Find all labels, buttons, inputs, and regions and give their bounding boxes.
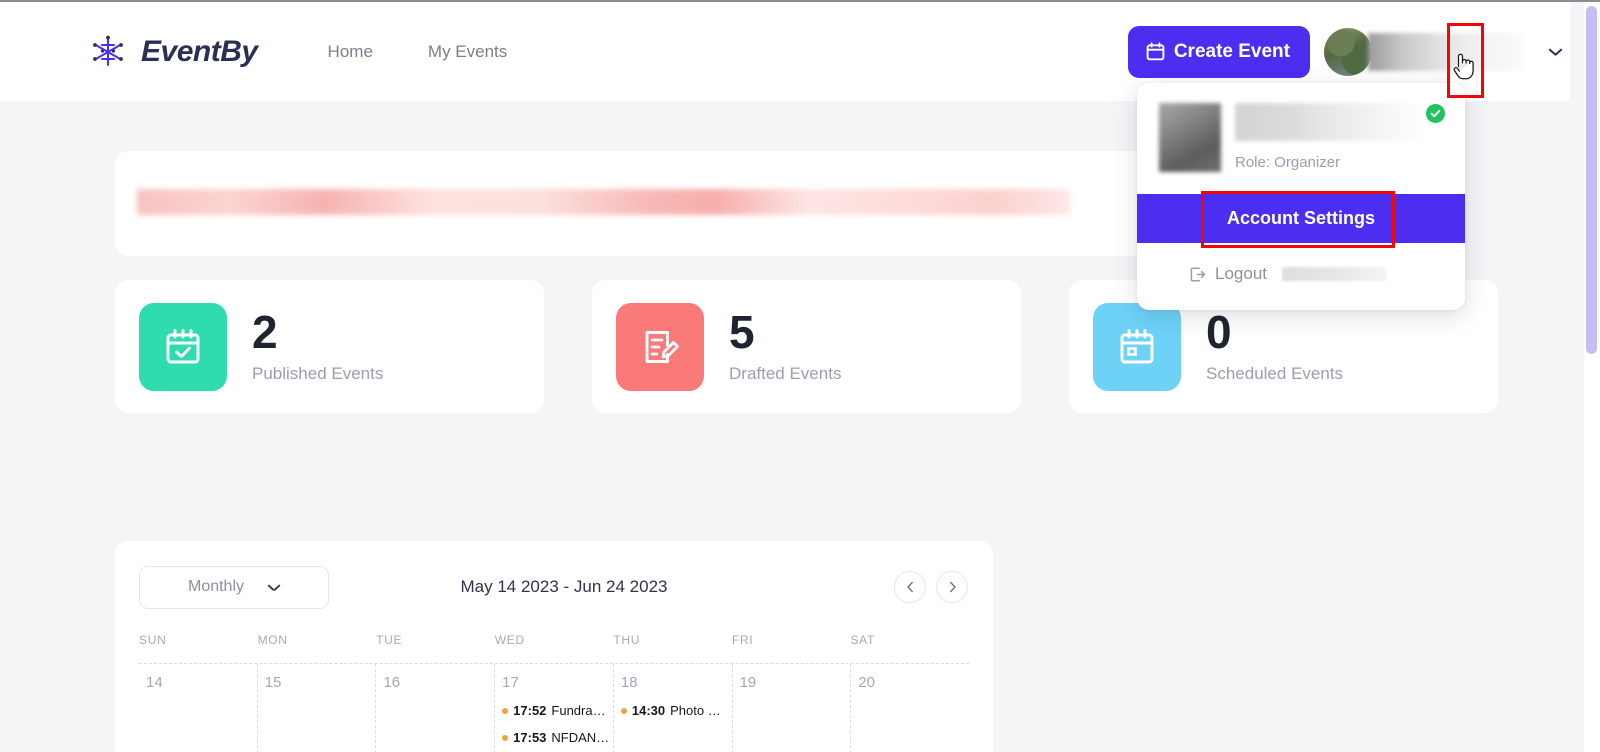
calendar-day-cell[interactable]: 20 bbox=[851, 664, 969, 752]
event-time: 17:52 bbox=[513, 703, 547, 718]
calendar-day-cell[interactable]: 14 bbox=[139, 664, 258, 752]
event-dot-icon bbox=[502, 707, 509, 714]
day-header: TUE bbox=[376, 633, 403, 647]
chevron-down-icon bbox=[1549, 48, 1562, 55]
avatar bbox=[1324, 27, 1372, 76]
chevron-left-icon bbox=[906, 581, 913, 593]
event-title: Fundra… bbox=[551, 703, 606, 718]
app-root: EventBy Home My Events Create Event Role… bbox=[0, 0, 1600, 752]
day-number: 19 bbox=[739, 674, 757, 691]
brand-name: EventBy bbox=[141, 34, 258, 68]
stat-value: 5 bbox=[729, 306, 755, 358]
create-event-button[interactable]: Create Event bbox=[1127, 25, 1310, 78]
check-circle-icon bbox=[1426, 104, 1445, 123]
chevron-right-icon bbox=[949, 581, 956, 593]
calendar-clock-icon bbox=[1093, 302, 1181, 391]
stat-label: Scheduled Events bbox=[1206, 364, 1344, 383]
event-time: 14:30 bbox=[631, 703, 666, 718]
account-settings-label: Account Settings bbox=[1226, 208, 1375, 228]
vertical-scrollbar-thumb[interactable] bbox=[1586, 6, 1597, 354]
day-number: 15 bbox=[264, 674, 282, 691]
calendar-grid: 14 15 16 17 17:52 Fundra… 17:53 NFDAN… 1… bbox=[115, 663, 993, 752]
dropdown-user-name-redacted bbox=[1235, 103, 1425, 141]
dropdown-avatar bbox=[1159, 103, 1221, 172]
draft-edit-icon bbox=[616, 302, 704, 391]
stat-label: Published Events bbox=[252, 364, 384, 383]
event-time: 17:53 bbox=[513, 730, 547, 745]
day-header: SAT bbox=[850, 633, 876, 647]
calendar-view-select[interactable]: Monthly bbox=[139, 565, 329, 609]
event-title: Photo … bbox=[670, 703, 721, 718]
dropdown-role: Role: Organizer bbox=[1235, 154, 1341, 171]
calendar-day-cell[interactable]: 15 bbox=[258, 664, 377, 752]
header-actions: Create Event bbox=[1127, 24, 1570, 80]
stat-value: 0 bbox=[1206, 306, 1232, 358]
calendar-week-row: 14 15 16 17 17:52 Fundra… 17:53 NFDAN… 1… bbox=[139, 663, 969, 752]
brand[interactable]: EventBy bbox=[88, 32, 258, 72]
snowflake-star-icon bbox=[88, 32, 128, 72]
stat-value: 2 bbox=[252, 306, 278, 358]
stat-card-published[interactable]: 2 Published Events bbox=[115, 280, 544, 413]
calendar-day-cell[interactable]: 17 17:52 Fundra… 17:53 NFDAN… bbox=[495, 664, 614, 752]
calendar-check-icon bbox=[139, 302, 227, 391]
calendar-nav bbox=[894, 571, 968, 603]
day-header: FRI bbox=[731, 633, 754, 647]
create-event-label: Create Event bbox=[1173, 40, 1290, 62]
logout-icon bbox=[1189, 266, 1206, 283]
dropdown-profile: Role: Organizer bbox=[1137, 83, 1465, 172]
calendar-day-cell[interactable]: 18 14:30 Photo … bbox=[614, 664, 733, 752]
account-settings-button[interactable]: Account Settings bbox=[1137, 194, 1465, 243]
calendar-day-headers: SUN MON TUE WED THU FRI SAT bbox=[115, 633, 993, 663]
day-header: WED bbox=[494, 633, 525, 647]
user-name-redacted bbox=[1368, 32, 1524, 71]
day-number: 20 bbox=[858, 674, 875, 691]
calendar-event[interactable]: 17:53 NFDAN… bbox=[502, 730, 613, 745]
logout-button[interactable]: Logout bbox=[1137, 264, 1465, 284]
calendar-next-button[interactable] bbox=[936, 571, 968, 603]
day-header: SUN bbox=[139, 633, 167, 647]
day-number: 18 bbox=[620, 674, 638, 691]
event-dot-icon bbox=[502, 734, 509, 741]
nav-item-home[interactable]: Home bbox=[328, 42, 373, 62]
day-number: 16 bbox=[383, 674, 401, 691]
day-number: 17 bbox=[502, 674, 519, 691]
calendar-day-cell[interactable]: 19 bbox=[733, 664, 852, 752]
stat-card-drafted[interactable]: 5 Drafted Events bbox=[592, 280, 1021, 413]
user-menu-chevron[interactable] bbox=[1540, 24, 1570, 80]
day-number: 14 bbox=[146, 674, 163, 691]
user-dropdown-menu: Role: Organizer Account Settings Logout bbox=[1137, 83, 1465, 310]
calendar-event[interactable]: 14:30 Photo … bbox=[620, 703, 732, 718]
user-menu-trigger[interactable] bbox=[1324, 24, 1570, 80]
calendar-view-value: Monthly bbox=[187, 578, 245, 595]
logout-user-redacted bbox=[1282, 267, 1386, 281]
calendar-event[interactable]: 17:52 Fundra… bbox=[502, 703, 613, 718]
calendar-icon bbox=[1146, 42, 1165, 61]
day-header: THU bbox=[613, 633, 641, 647]
event-dot-icon bbox=[620, 707, 627, 714]
logout-label: Logout bbox=[1215, 264, 1267, 283]
chevron-down-icon bbox=[268, 584, 280, 591]
calendar-day-cell[interactable]: 16 bbox=[376, 664, 496, 752]
notification-banner-redacted bbox=[137, 189, 1070, 215]
calendar-card: Monthly May 14 2023 - Jun 24 2023 SUN MO… bbox=[115, 541, 993, 752]
stat-label: Drafted Events bbox=[729, 364, 842, 383]
window-top-border bbox=[0, 0, 1600, 2]
main-nav: Home My Events bbox=[328, 42, 508, 62]
event-title: NFDAN… bbox=[551, 730, 610, 745]
day-header: MON bbox=[257, 633, 288, 647]
calendar-prev-button[interactable] bbox=[894, 571, 926, 603]
nav-item-my-events[interactable]: My Events bbox=[428, 42, 507, 62]
calendar-toolbar: Monthly May 14 2023 - Jun 24 2023 bbox=[115, 541, 993, 633]
